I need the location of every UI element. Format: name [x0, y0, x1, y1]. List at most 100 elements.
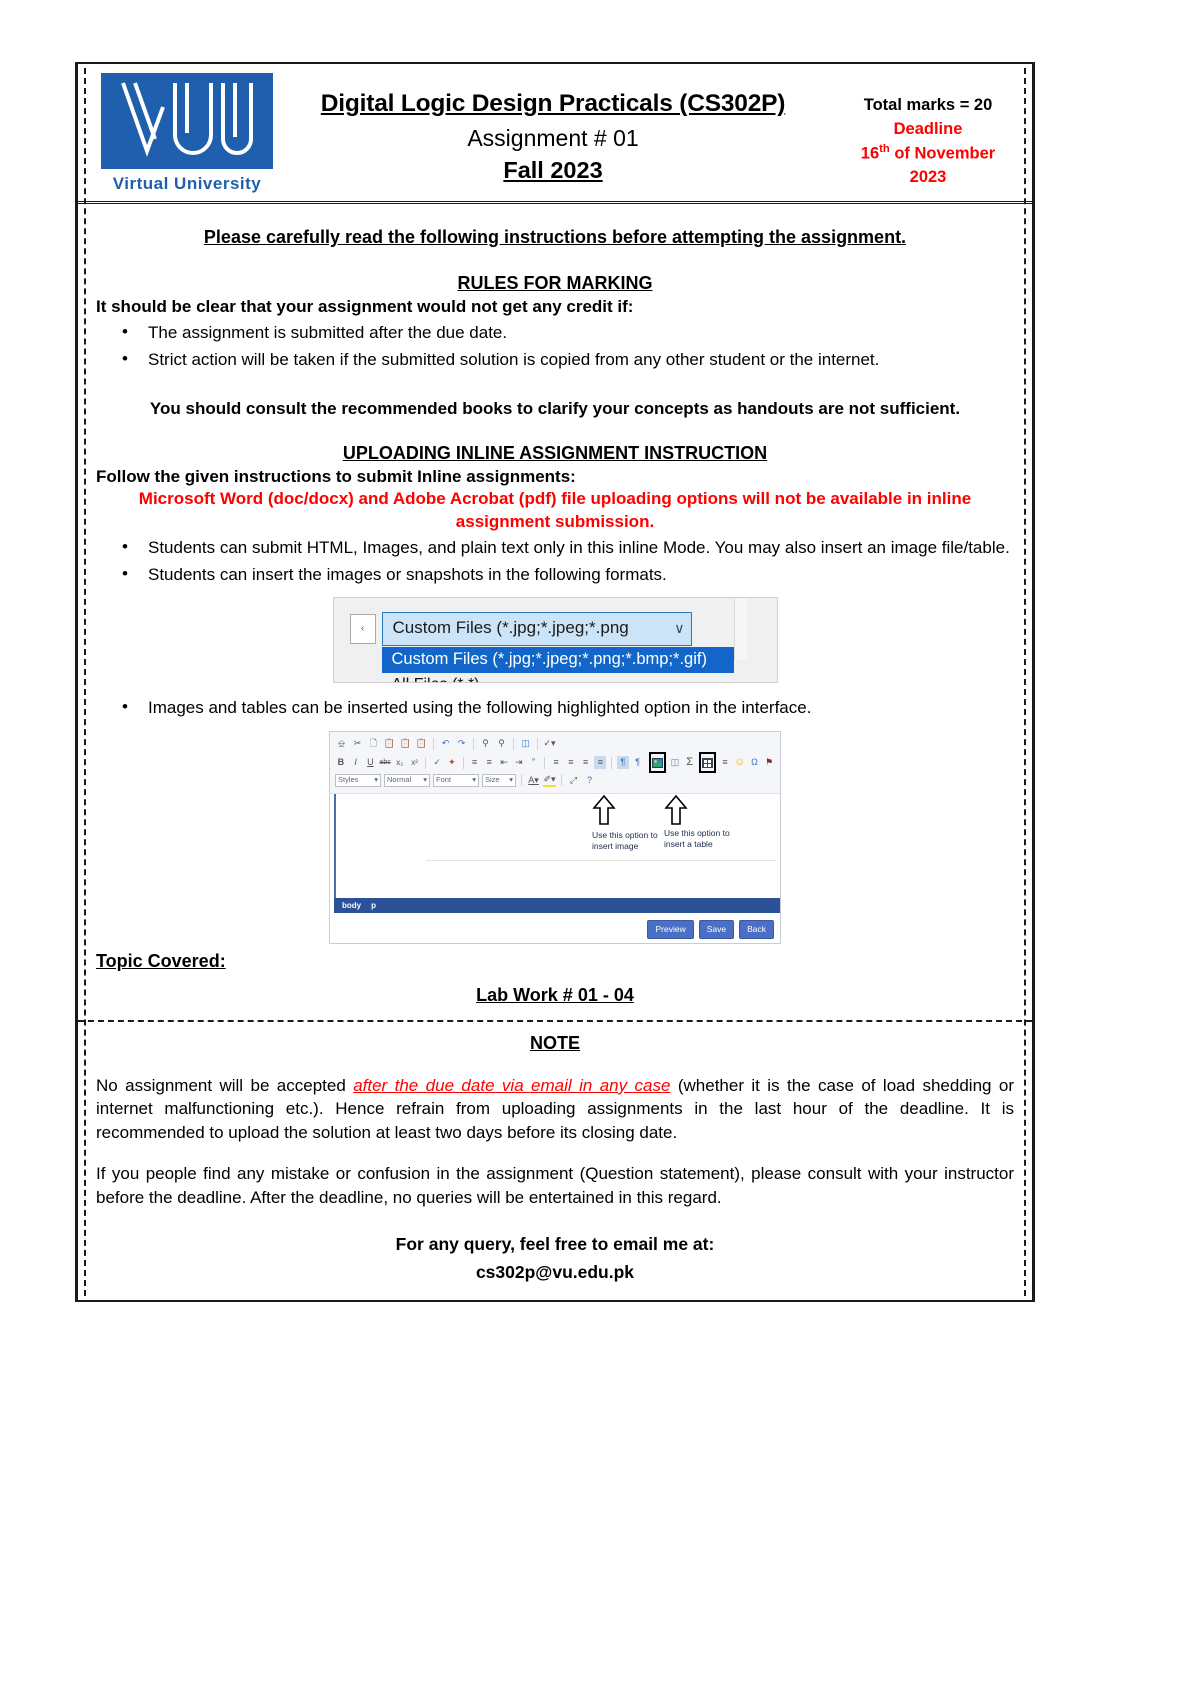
editor-status-bar: body p — [334, 898, 780, 914]
section-divider — [78, 1019, 1032, 1022]
paste-icon[interactable]: 📋 — [383, 737, 396, 750]
replace-icon[interactable]: ⚲ — [495, 737, 508, 750]
text-direction-ltr-icon[interactable]: ¶ — [617, 756, 629, 770]
bold-icon[interactable]: B — [335, 756, 347, 769]
note-paragraph-2: If you people find any mistake or confus… — [96, 1164, 1014, 1207]
back-button[interactable]: Back — [739, 920, 774, 940]
font-dropdown[interactable]: Font ▾ — [433, 773, 479, 787]
lead-instruction: Please carefully read the following inst… — [203, 227, 907, 247]
insert-horizontal-rule-icon[interactable]: ≡ — [719, 756, 731, 769]
uploading-heading: UPLOADING INLINE ASSIGNMENT INSTRUCTION — [342, 443, 768, 464]
red-warning-note: Microsoft Word (doc/docx) and Adobe Acro… — [138, 489, 972, 531]
dialog-scrollbar[interactable] — [733, 597, 747, 660]
status-element-body[interactable]: body — [342, 901, 361, 912]
vu-logo-subtitle: Virtual University — [112, 174, 262, 193]
insert-table-icon — [701, 757, 713, 768]
size-dropdown[interactable]: Size ▾ — [482, 773, 516, 787]
list-item: Students can submit HTML, Images, and pl… — [122, 536, 1014, 560]
note-p1-part-a: No assignment will be accepted — [96, 1075, 354, 1095]
file-type-combobox[interactable]: Custom Files (*.jpg;*.jpeg;*.png ∨ — [381, 611, 692, 646]
assignment-document: Virtual University Digital Logic Design … — [75, 62, 1035, 1303]
preview-button[interactable]: Preview — [647, 920, 694, 940]
toolbar-separator — [473, 737, 474, 750]
note-paragraph-1: No assignment will be accepted after the… — [96, 1074, 1014, 1144]
deadline-date: 16th of November — [861, 143, 995, 164]
strikethrough-icon[interactable]: abc — [379, 756, 391, 769]
align-justify-icon[interactable]: ≡ — [594, 756, 607, 770]
toolbar-separator — [611, 756, 613, 769]
numbered-list-icon[interactable]: ≡ — [469, 756, 481, 769]
upload-bullet-list-bottom: Images and tables can be inserted using … — [96, 696, 1014, 720]
spellcheck-icon[interactable]: ✓▾ — [543, 737, 556, 750]
bulleted-list-icon[interactable]: ≡ — [483, 756, 495, 769]
background-color-icon[interactable]: ✐▾ — [543, 774, 556, 787]
text-direction-rtl-icon[interactable]: ¶ — [632, 756, 644, 769]
align-left-icon[interactable]: ≡ — [550, 756, 562, 769]
editor-toolbar-row-2: B I U abc x₂ x² ✓ ✦ ≡ ≡ ⇤ ⇥ ” ≡ ≡ ≡ ≡ ¶ … — [335, 752, 775, 774]
upload-bullet-list-top: Students can submit HTML, Images, and pl… — [96, 536, 1014, 587]
editor-toolbar-row-1: ⎒ ✂ 🗋 📋 📋 📋 ↶ ↷ ⚲ ⚲ ◫ ✓▾ — [335, 735, 775, 752]
status-element-p[interactable]: p — [371, 901, 376, 912]
insert-math-icon[interactable]: Σ — [684, 756, 696, 769]
toolbar-separator — [425, 756, 427, 769]
file-type-option-all-files[interactable]: All Files (*.*) — [382, 674, 734, 682]
format-dropdown[interactable]: Normal ▾ — [384, 773, 430, 787]
anchor-flag-icon[interactable]: ⚑ — [763, 756, 775, 769]
find-icon[interactable]: ⚲ — [479, 737, 492, 750]
toolbar-separator — [521, 774, 522, 787]
styles-dropdown[interactable]: Styles ▾ — [335, 773, 381, 787]
list-item: Students can insert the images or snapsh… — [122, 563, 1014, 587]
annotation-insert-table: Use this option to insert a table — [664, 828, 730, 850]
remove-format-icon[interactable]: ✓ — [431, 756, 443, 769]
file-type-option-selected[interactable]: Custom Files (*.jpg;*.jpeg;*.png;*.bmp;*… — [381, 646, 734, 673]
document-header: Virtual University Digital Logic Design … — [78, 64, 1032, 204]
assignment-number: Assignment # 01 — [467, 125, 639, 151]
inline-editor-screenshot: ⎒ ✂ 🗋 📋 📋 📋 ↶ ↷ ⚲ ⚲ ◫ ✓▾ B I U abc x₂ x²… — [329, 731, 781, 945]
help-icon[interactable]: ? — [583, 774, 596, 787]
source-icon[interactable]: ⎒ — [335, 737, 348, 750]
select-all-icon[interactable]: ◫ — [519, 737, 532, 750]
rules-intro: It should be clear that your assignment … — [96, 296, 634, 316]
file-type-dropdown-screenshot: ‹ Custom Files (*.jpg;*.jpeg;*.png ∨ Cus… — [332, 596, 778, 683]
special-char-icon[interactable]: Ω — [749, 756, 761, 769]
format-dropdown-label: Normal — [387, 775, 412, 785]
maximize-icon[interactable]: ⤢ — [567, 774, 580, 787]
blockquote-icon[interactable]: ” — [528, 756, 540, 769]
annotation-arrows — [592, 795, 688, 826]
cut-icon[interactable]: ✂ — [351, 737, 364, 750]
editor-content-canvas[interactable]: Use this option to insert image Use this… — [334, 794, 776, 913]
smiley-icon[interactable]: ☺ — [734, 756, 746, 769]
header-title-block: Digital Logic Design Practicals (CS302P)… — [278, 70, 828, 197]
paste-as-text-icon[interactable]: 📋 — [399, 737, 412, 750]
toolbar-separator — [462, 756, 464, 769]
styles-dropdown-label: Styles — [338, 775, 359, 785]
copy-icon[interactable]: 🗋 — [367, 737, 380, 750]
decrease-indent-icon[interactable]: ⇤ — [498, 756, 510, 769]
align-center-icon[interactable]: ≡ — [565, 756, 577, 769]
save-button[interactable]: Save — [698, 920, 735, 940]
insert-table-button[interactable] — [698, 752, 717, 774]
copy-formatting-icon[interactable]: ✦ — [446, 756, 458, 769]
italic-icon[interactable]: I — [350, 756, 362, 769]
increase-indent-icon[interactable]: ⇥ — [513, 756, 525, 769]
paste-from-word-icon[interactable]: 📋 — [415, 737, 428, 750]
size-dropdown-label: Size — [485, 775, 500, 785]
toolbar-separator — [537, 737, 538, 750]
align-right-icon[interactable]: ≡ — [580, 756, 592, 769]
topic-covered-label: Topic Covered: — [96, 951, 226, 972]
subscript-icon[interactable]: x₂ — [394, 756, 406, 769]
chevron-down-icon: ▾ — [472, 775, 476, 785]
query-email: cs302p@vu.edu.pk — [475, 1262, 635, 1283]
font-dropdown-label: Font — [436, 775, 452, 785]
vu-logo-block: Virtual University — [82, 70, 278, 197]
insert-flash-icon[interactable]: ◫ — [669, 756, 681, 769]
undo-icon[interactable]: ↶ — [439, 737, 452, 750]
underline-icon[interactable]: U — [364, 756, 376, 769]
text-color-icon[interactable]: A▾ — [527, 774, 540, 787]
dialog-back-button[interactable]: ‹ — [349, 613, 376, 644]
file-type-combobox-value: Custom Files (*.jpg;*.jpeg;*.png — [392, 618, 629, 638]
redo-icon[interactable]: ↷ — [455, 737, 468, 750]
total-marks: Total marks = 20 — [863, 96, 993, 114]
insert-image-button[interactable] — [648, 752, 667, 774]
superscript-icon[interactable]: x² — [409, 756, 421, 769]
